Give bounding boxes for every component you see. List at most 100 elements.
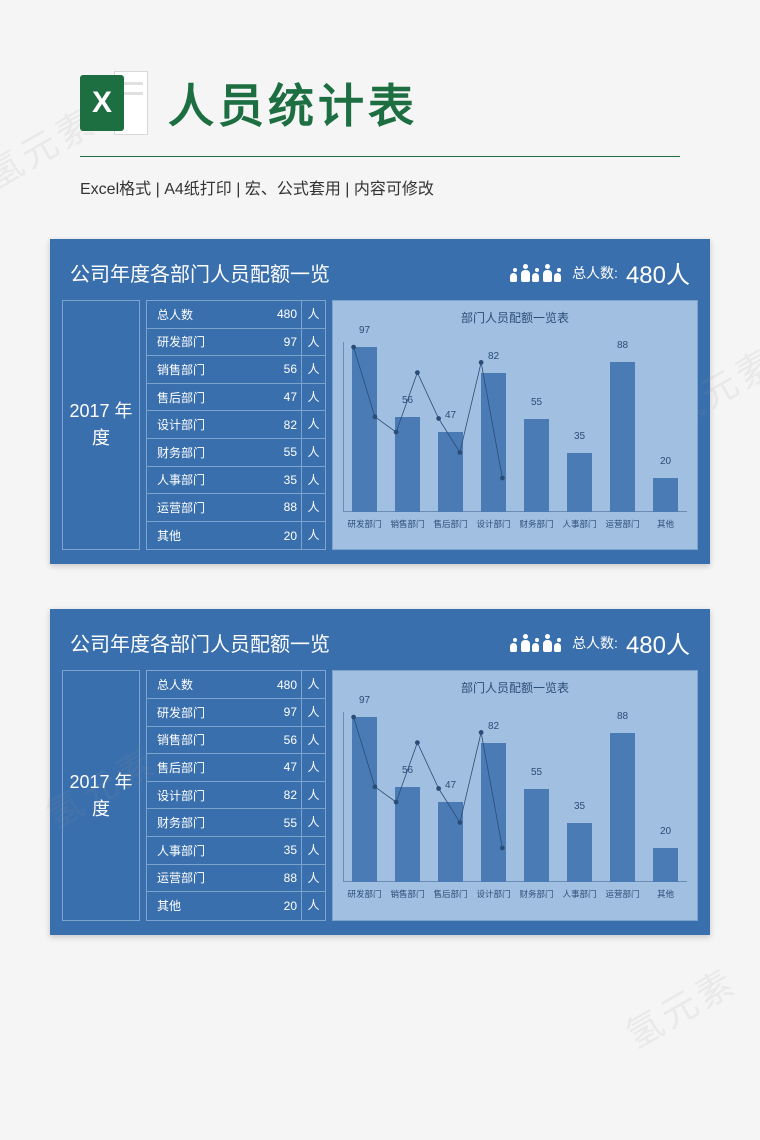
x-tick-label: 其他: [644, 520, 687, 529]
total-value: 480人: [626, 625, 690, 660]
table-row: 总人数480人: [147, 301, 325, 329]
year-label: 2017 年度: [62, 300, 140, 550]
bar-value-label: 97: [343, 695, 386, 706]
bar-value-label: 20: [644, 826, 687, 837]
bar-value-label: 56: [386, 395, 429, 406]
bar: 82: [472, 743, 515, 882]
x-axis: 研发部门销售部门售后部门设计部门财务部门人事部门运营部门其他: [343, 520, 687, 529]
row-name: 研发部门: [147, 704, 257, 721]
row-value: 97: [257, 335, 301, 349]
bar-value-label: 35: [558, 431, 601, 442]
x-tick-label: 设计部门: [472, 890, 515, 899]
row-value: 47: [257, 760, 301, 774]
data-table: 总人数480人研发部门97人销售部门56人售后部门47人设计部门82人财务部门5…: [146, 670, 326, 920]
title-underline: [80, 156, 680, 157]
x-tick-label: 运营部门: [601, 520, 644, 529]
table-row: 研发部门97人: [147, 329, 325, 357]
page-title: 人员统计表: [168, 70, 418, 136]
x-tick-label: 设计部门: [472, 520, 515, 529]
bar-value-label: 88: [601, 340, 644, 351]
x-axis: 研发部门销售部门售后部门设计部门财务部门人事部门运营部门其他: [343, 890, 687, 899]
row-unit: 人: [301, 356, 325, 383]
row-value: 55: [257, 445, 301, 459]
row-value: 20: [257, 529, 301, 543]
table-row: 设计部门82人: [147, 411, 325, 439]
row-name: 财务部门: [147, 814, 257, 831]
x-tick-label: 其他: [644, 890, 687, 899]
chart-title: 部门人员配额一览表: [337, 679, 693, 696]
row-name: 人事部门: [147, 471, 257, 488]
x-tick-label: 研发部门: [343, 520, 386, 529]
bars-row: 9756478255358820: [343, 342, 687, 512]
card-header: 公司年度各部门人员配额一览 总人数: 480人: [54, 613, 706, 670]
bar: 82: [472, 373, 515, 512]
row-name: 其他: [147, 897, 257, 914]
table-row: 总人数480人: [147, 671, 325, 699]
row-unit: 人: [301, 865, 325, 892]
row-unit: 人: [301, 671, 325, 698]
row-unit: 人: [301, 892, 325, 920]
bar: 97: [343, 347, 386, 512]
table-row: 财务部门55人: [147, 439, 325, 467]
total-label: 总人数:: [572, 633, 618, 653]
x-tick-label: 售后部门: [429, 520, 472, 529]
report-card: 公司年度各部门人员配额一览 总人数: 480人 2017 年度 总人数480人研…: [50, 609, 710, 934]
people-icon: [509, 264, 564, 282]
bar: 88: [601, 362, 644, 512]
row-unit: 人: [301, 754, 325, 781]
row-unit: 人: [301, 494, 325, 521]
row-unit: 人: [301, 384, 325, 411]
report-card: 公司年度各部门人员配额一览 总人数: 480人 2017 年度 总人数480人研…: [50, 239, 710, 564]
row-value: 480: [257, 678, 301, 692]
card-header: 公司年度各部门人员配额一览 总人数: 480人: [54, 243, 706, 300]
excel-icon: X: [80, 71, 148, 135]
table-row: 其他20人: [147, 522, 325, 550]
row-unit: 人: [301, 782, 325, 809]
row-value: 480: [257, 307, 301, 321]
table-row: 财务部门55人: [147, 809, 325, 837]
bar-value-label: 47: [429, 780, 472, 791]
bars-row: 9756478255358820: [343, 712, 687, 882]
row-value: 35: [257, 843, 301, 857]
chart-title: 部门人员配额一览表: [337, 309, 693, 326]
row-name: 其他: [147, 527, 257, 544]
table-row: 设计部门82人: [147, 782, 325, 810]
row-name: 总人数: [147, 676, 257, 693]
bar: 35: [558, 823, 601, 883]
bar: 56: [386, 787, 429, 882]
card-title: 公司年度各部门人员配额一览: [70, 258, 509, 287]
row-name: 设计部门: [147, 416, 257, 433]
row-value: 20: [257, 899, 301, 913]
bar-value-label: 97: [343, 325, 386, 336]
row-unit: 人: [301, 522, 325, 550]
chart-area: 9756478255358820 研发部门销售部门售后部门设计部门财务部门人事部…: [337, 330, 693, 528]
row-value: 47: [257, 390, 301, 404]
x-tick-label: 运营部门: [601, 890, 644, 899]
row-value: 35: [257, 473, 301, 487]
page-header: X 人员统计表: [0, 0, 760, 156]
bar-value-label: 82: [472, 351, 515, 362]
row-unit: 人: [301, 809, 325, 836]
table-row: 研发部门97人: [147, 699, 325, 727]
bar: 55: [515, 789, 558, 883]
table-row: 人事部门35人: [147, 467, 325, 495]
row-value: 56: [257, 733, 301, 747]
bar-value-label: 47: [429, 410, 472, 421]
bar-value-label: 35: [558, 801, 601, 812]
table-row: 售后部门47人: [147, 754, 325, 782]
row-value: 88: [257, 500, 301, 514]
row-name: 售后部门: [147, 389, 257, 406]
row-name: 财务部门: [147, 444, 257, 461]
chart-panel: 部门人员配额一览表 9756478255358820 研发部门销售部门售后部门设…: [332, 300, 698, 550]
bar: 35: [558, 453, 601, 513]
row-name: 设计部门: [147, 787, 257, 804]
row-unit: 人: [301, 439, 325, 466]
bar-value-label: 82: [472, 721, 515, 732]
bar-value-label: 56: [386, 765, 429, 776]
row-value: 56: [257, 362, 301, 376]
table-row: 运营部门88人: [147, 865, 325, 893]
bar: 97: [343, 717, 386, 882]
total-label: 总人数:: [572, 263, 618, 283]
x-tick-label: 售后部门: [429, 890, 472, 899]
row-unit: 人: [301, 699, 325, 726]
